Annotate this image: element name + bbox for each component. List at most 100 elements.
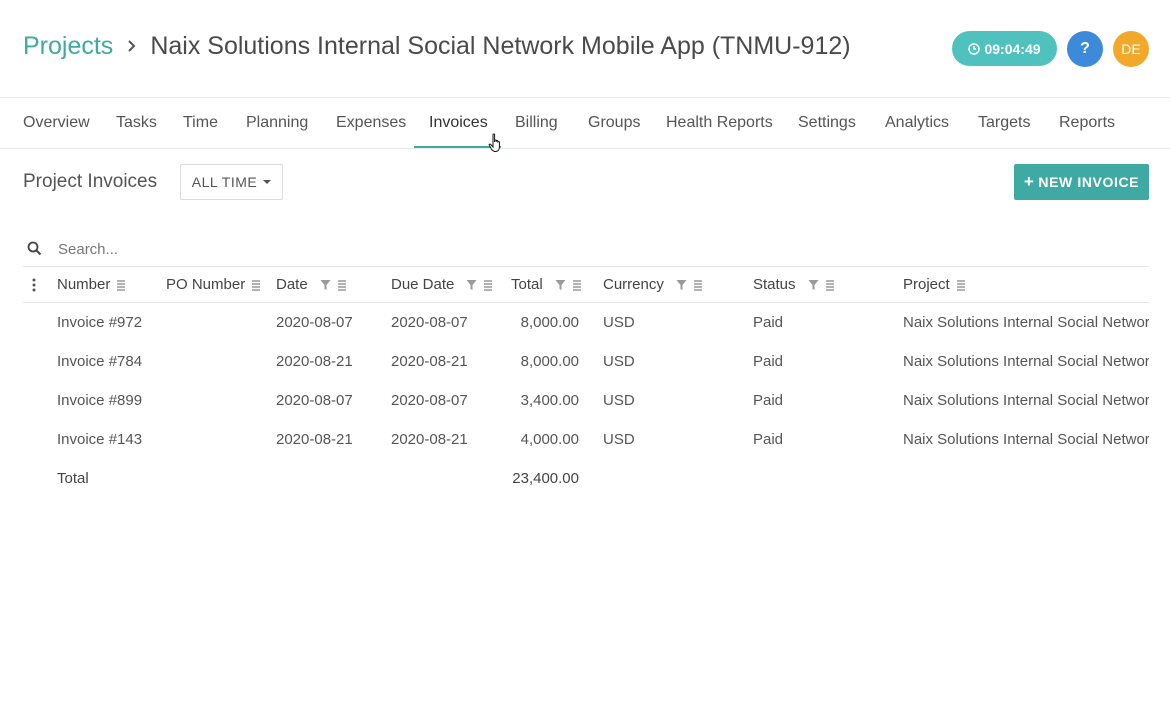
cell-number[interactable]: Invoice #143 <box>57 420 142 459</box>
table-row[interactable]: Invoice #784 2020-08-21 2020-08-21 8,000… <box>23 342 1149 381</box>
column-options-icon[interactable] <box>483 279 493 291</box>
hand-cursor-icon <box>488 133 500 153</box>
column-label: Number <box>57 276 111 293</box>
cell-status: Paid <box>753 353 784 370</box>
filter-icon[interactable] <box>320 279 331 291</box>
cell-due-date: 2020-08-21 <box>391 431 468 448</box>
table-row[interactable]: Invoice #899 2020-08-07 2020-08-07 3,400… <box>23 381 1149 420</box>
column-label: Status <box>753 276 796 293</box>
column-options-icon[interactable] <box>251 279 261 291</box>
cell-number[interactable]: Invoice #972 <box>57 303 142 342</box>
column-label: Date <box>276 276 308 293</box>
user-avatar[interactable]: DE <box>1113 31 1149 67</box>
cell-date: 2020-08-21 <box>276 353 353 370</box>
cell-project: Naix Solutions Internal Social Network <box>903 392 1149 409</box>
table-header: Number PO Number Date Due Date Total Cur… <box>23 267 1149 303</box>
chevron-right-icon <box>128 39 136 52</box>
invoices-table: Number PO Number Date Due Date Total Cur… <box>23 267 1149 498</box>
cell-total: 8,000.00 <box>520 314 579 331</box>
column-header-date[interactable]: Date <box>276 267 347 303</box>
cell-total: 8,000.00 <box>520 353 579 370</box>
filter-icon[interactable] <box>555 279 566 291</box>
column-options-icon[interactable] <box>572 279 582 291</box>
column-header-number[interactable]: Number <box>57 267 126 303</box>
tab-analytics[interactable]: Analytics <box>885 98 949 148</box>
breadcrumb-projects-link[interactable]: Projects <box>23 32 113 61</box>
cell-date: 2020-08-07 <box>276 314 353 331</box>
table-row[interactable]: Invoice #143 2020-08-21 2020-08-21 4,000… <box>23 420 1149 459</box>
cell-currency: USD <box>603 431 635 448</box>
cell-currency: USD <box>603 392 635 409</box>
filter-icon[interactable] <box>466 279 477 291</box>
breadcrumb: Projects Naix Solutions Internal Social … <box>23 32 851 61</box>
column-options-icon[interactable] <box>337 279 347 291</box>
tab-overview[interactable]: Overview <box>23 98 90 148</box>
tab-settings[interactable]: Settings <box>798 98 856 148</box>
cell-status: Paid <box>753 431 784 448</box>
time-range-value: ALL TIME <box>191 174 258 190</box>
tab-health-reports[interactable]: Health Reports <box>666 98 773 148</box>
cell-currency: USD <box>603 314 635 331</box>
column-menu-icon[interactable] <box>27 277 41 293</box>
cell-number[interactable]: Invoice #784 <box>57 342 142 381</box>
tab-time[interactable]: Time <box>183 98 218 148</box>
clock-icon <box>968 42 981 55</box>
page-title: Naix Solutions Internal Social Network M… <box>150 32 851 60</box>
cell-project: Naix Solutions Internal Social Network <box>903 431 1149 448</box>
new-invoice-label: NEW INVOICE <box>1038 174 1140 190</box>
column-label: Total <box>511 276 543 293</box>
tab-tasks[interactable]: Tasks <box>116 98 157 148</box>
column-header-project[interactable]: Project <box>903 267 966 303</box>
cell-currency: USD <box>603 353 635 370</box>
total-label: Total <box>57 470 89 487</box>
column-header-total[interactable]: Total <box>511 267 582 303</box>
plus-icon: + <box>1023 172 1035 191</box>
column-options-icon[interactable] <box>693 279 703 291</box>
column-header-po-number[interactable]: PO Number <box>166 267 261 303</box>
search-input[interactable] <box>58 237 658 261</box>
column-header-currency[interactable]: Currency <box>603 267 703 303</box>
filter-icon[interactable] <box>808 279 819 291</box>
timer-value: 09:04:49 <box>984 40 1041 57</box>
cell-project: Naix Solutions Internal Social Network <box>903 353 1149 370</box>
time-range-dropdown[interactable]: ALL TIME <box>180 164 283 200</box>
cell-project: Naix Solutions Internal Social Network <box>903 314 1149 331</box>
cell-due-date: 2020-08-21 <box>391 353 468 370</box>
cell-due-date: 2020-08-07 <box>391 314 468 331</box>
column-options-icon[interactable] <box>956 279 966 291</box>
search-bar <box>23 231 1149 267</box>
column-header-status[interactable]: Status <box>753 267 835 303</box>
cell-date: 2020-08-21 <box>276 431 353 448</box>
column-label: Currency <box>603 276 664 293</box>
tab-invoices[interactable]: Invoices <box>429 98 488 148</box>
cell-total: 3,400.00 <box>520 392 579 409</box>
cell-status: Paid <box>753 314 784 331</box>
tab-reports[interactable]: Reports <box>1059 98 1115 148</box>
project-tabs: Overview Tasks Time Planning Expenses In… <box>0 97 1170 149</box>
table-row[interactable]: Invoice #972 2020-08-07 2020-08-07 8,000… <box>23 303 1149 342</box>
tab-expenses[interactable]: Expenses <box>336 98 406 148</box>
help-button[interactable]: ? <box>1067 31 1103 67</box>
new-invoice-button[interactable]: + NEW INVOICE <box>1014 164 1149 200</box>
timer-button[interactable]: 09:04:49 <box>952 31 1057 66</box>
filter-icon[interactable] <box>676 279 687 291</box>
tab-groups[interactable]: Groups <box>588 98 640 148</box>
tab-targets[interactable]: Targets <box>978 98 1030 148</box>
tab-billing[interactable]: Billing <box>515 98 558 148</box>
cell-total: 4,000.00 <box>520 431 579 448</box>
column-label: Due Date <box>391 276 455 293</box>
total-value: 23,400.00 <box>512 470 579 487</box>
column-options-icon[interactable] <box>116 279 126 291</box>
column-options-icon[interactable] <box>825 279 835 291</box>
tab-planning[interactable]: Planning <box>246 98 308 148</box>
caret-down-icon <box>263 180 272 184</box>
section-title: Project Invoices <box>23 171 158 192</box>
column-header-due-date[interactable]: Due Date <box>391 267 493 303</box>
cell-due-date: 2020-08-07 <box>391 392 468 409</box>
cell-number[interactable]: Invoice #899 <box>57 381 142 420</box>
table-total-row: Total 23,400.00 <box>23 459 1149 498</box>
search-icon <box>27 241 42 256</box>
column-label: Project <box>903 276 950 293</box>
column-label: PO Number <box>166 276 246 293</box>
cell-date: 2020-08-07 <box>276 392 353 409</box>
